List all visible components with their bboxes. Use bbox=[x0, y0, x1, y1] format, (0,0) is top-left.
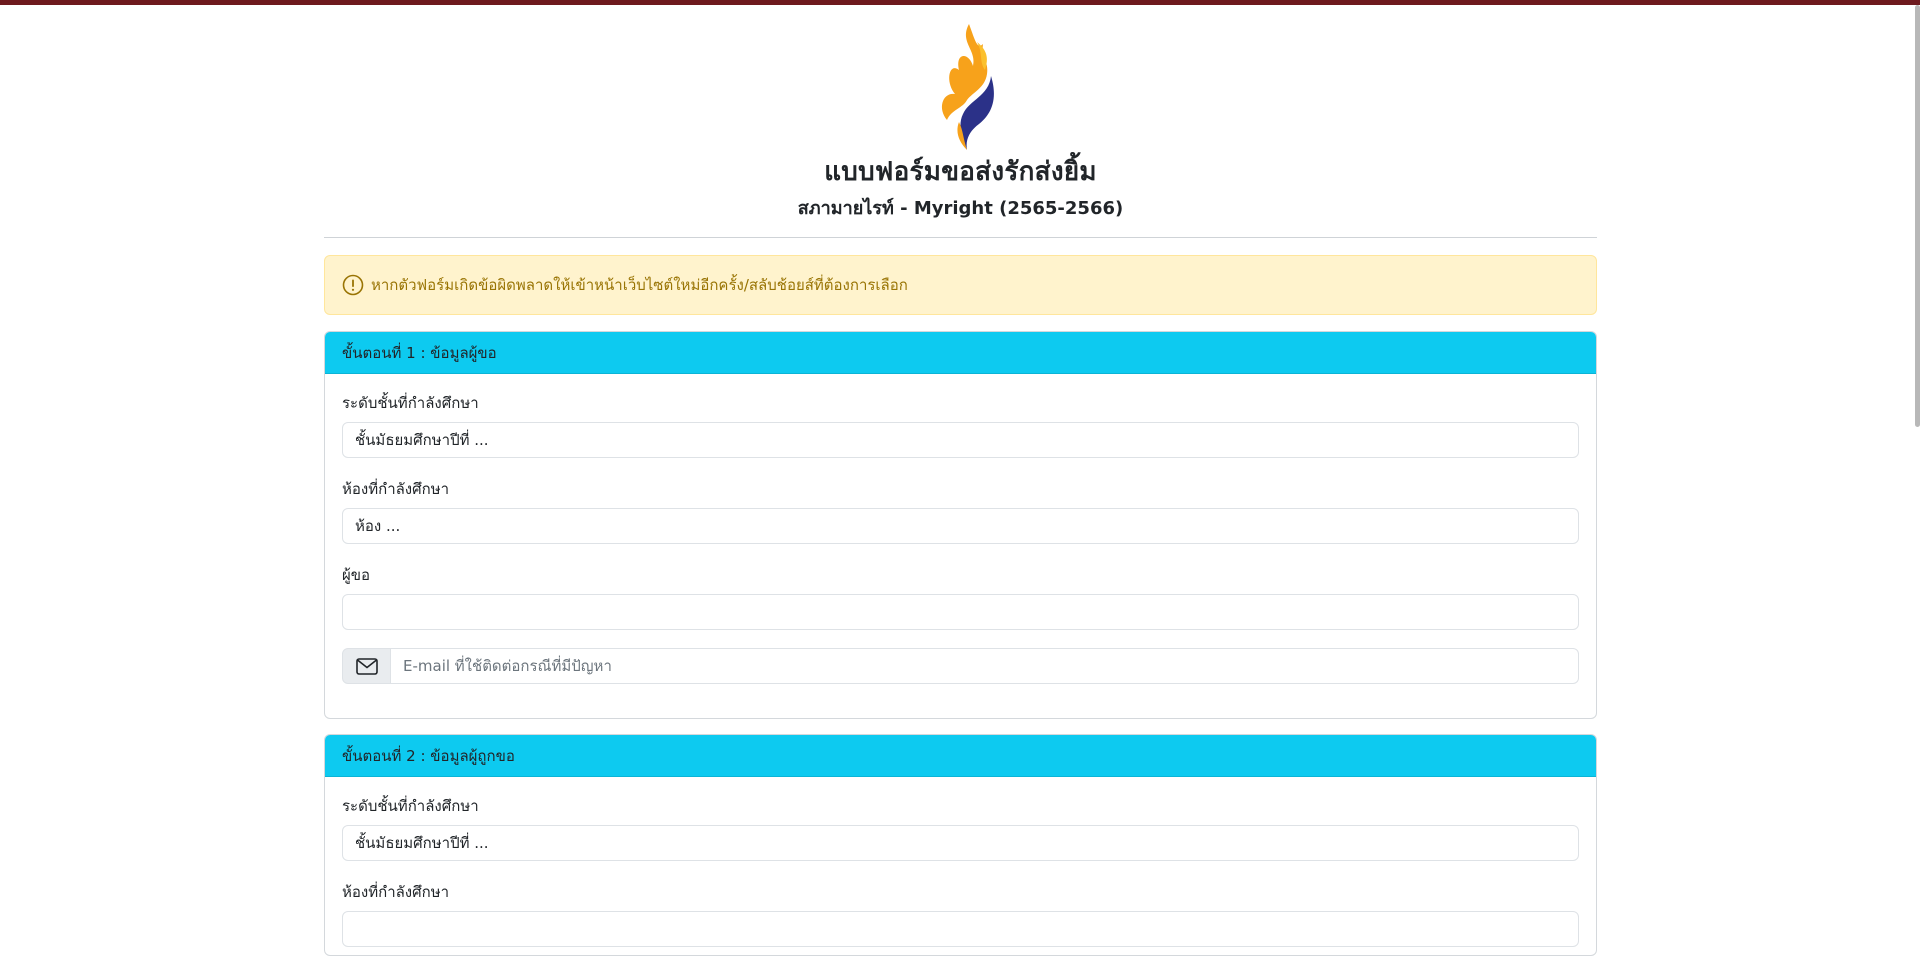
step2-grade-value: ชั้นมัธยมศึกษาปีที่ ... bbox=[355, 834, 489, 852]
step1-grade-value: ชั้นมัธยมศึกษาปีที่ ... bbox=[355, 431, 489, 449]
step2-room-label: ห้องที่กำลังศึกษา bbox=[342, 883, 450, 901]
email-placeholder: E-mail ที่ใช้ติดต่อกรณีที่มีปัญหา bbox=[403, 657, 612, 675]
step1-grade-select[interactable]: ชั้นมัธยมศึกษาปีที่ ... bbox=[342, 422, 1579, 458]
scrollbar-thumb[interactable] bbox=[1915, 5, 1920, 427]
step1-card: ขั้นตอนที่ 1 : ข้อมูลผู้ขอ ระดับชั้นที่ก… bbox=[324, 331, 1597, 719]
step1-room-label: ห้องที่กำลังศึกษา bbox=[342, 480, 450, 498]
alert-text: หากตัวฟอร์มเกิดข้อผิดพลาดให้เข้าหน้าเว็บ… bbox=[371, 276, 908, 294]
step1-grade-label: ระดับชั้นที่กำลังศึกษา bbox=[342, 394, 479, 412]
email-input-group: E-mail ที่ใช้ติดต่อกรณีที่มีปัญหา bbox=[342, 648, 1579, 684]
envelope-icon bbox=[342, 648, 391, 684]
warning-alert: หากตัวฟอร์มเกิดข้อผิดพลาดให้เข้าหน้าเว็บ… bbox=[324, 255, 1597, 315]
requester-name-input[interactable] bbox=[342, 594, 1579, 630]
step2-card: ขั้นตอนที่ 2 : ข้อมูลผู้ถูกขอ ระดับชั้นท… bbox=[324, 734, 1597, 956]
top-accent-bar bbox=[0, 0, 1920, 5]
step1-room-select[interactable]: ห้อง ... bbox=[342, 508, 1579, 544]
step2-grade-select[interactable]: ชั้นมัธยมศึกษาปีที่ ... bbox=[342, 825, 1579, 861]
email-input[interactable]: E-mail ที่ใช้ติดต่อกรณีที่มีปัญหา bbox=[391, 648, 1579, 684]
flame-bird-logo-icon bbox=[929, 22, 999, 154]
step1-header: ขั้นตอนที่ 1 : ข้อมูลผู้ขอ bbox=[325, 332, 1596, 374]
exclamation-circle-icon bbox=[341, 273, 365, 297]
step1-requester-label: ผู้ขอ bbox=[342, 566, 371, 584]
step2-header: ขั้นตอนที่ 2 : ข้อมูลผู้ถูกขอ bbox=[325, 735, 1596, 777]
step1-room-value: ห้อง ... bbox=[355, 517, 401, 535]
step2-room-select[interactable] bbox=[342, 911, 1579, 947]
step2-grade-label: ระดับชั้นที่กำลังศึกษา bbox=[342, 797, 479, 815]
page-title: แบบฟอร์มขอส่งรักส่งยิ้ม bbox=[824, 157, 1097, 187]
header-divider bbox=[324, 237, 1597, 238]
page-subtitle: สภามายไรท์ - Myright (2565-2566) bbox=[797, 198, 1124, 219]
